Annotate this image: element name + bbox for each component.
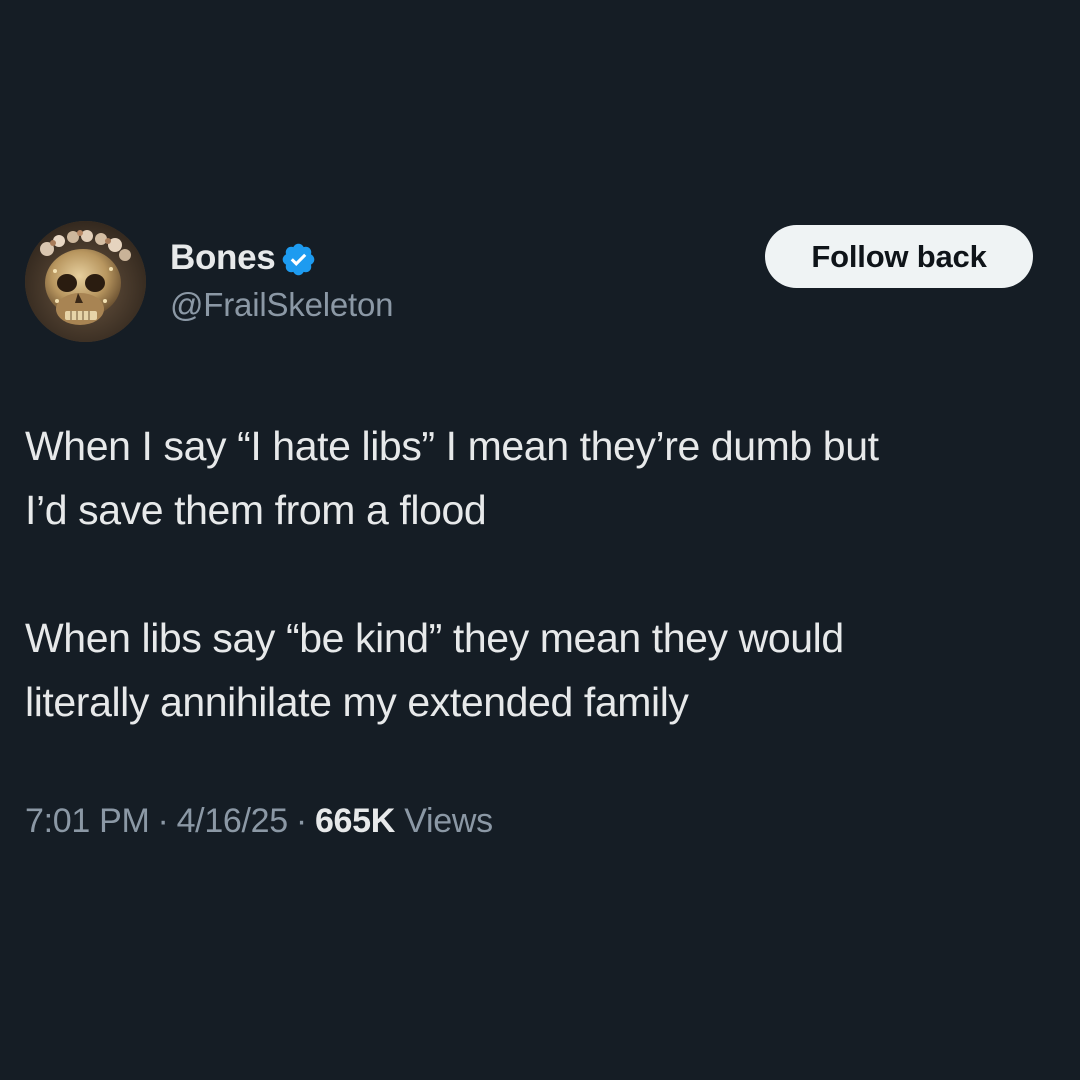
views-label: Views (404, 802, 493, 840)
tweet-text: When I say “I hate libs” I mean they’re … (25, 414, 1055, 734)
views-count[interactable]: 665K (315, 802, 395, 840)
author-name-row: Bones (170, 236, 317, 280)
avatar[interactable] (25, 221, 146, 342)
author-display-name[interactable]: Bones (170, 238, 276, 278)
meta-separator: · (295, 802, 307, 840)
tweet-paragraph: When libs say “be kind” they mean they w… (25, 615, 844, 725)
tweet-paragraph: When I say “I hate libs” I mean they’re … (25, 423, 879, 533)
avatar-skull-image (25, 221, 146, 342)
meta-separator: · (157, 802, 169, 840)
tweet-date[interactable]: 4/16/25 (177, 802, 289, 840)
tweet-time[interactable]: 7:01 PM (25, 802, 150, 840)
follow-back-button[interactable]: Follow back (765, 225, 1033, 288)
tweet-card: Bones @FrailSkeleton Follow back When I … (0, 0, 1080, 1080)
author-handle[interactable]: @FrailSkeleton (170, 286, 393, 324)
tweet-meta: 7:01 PM · 4/16/25 · 665K Views (25, 802, 493, 841)
verified-badge-icon[interactable] (280, 241, 317, 278)
